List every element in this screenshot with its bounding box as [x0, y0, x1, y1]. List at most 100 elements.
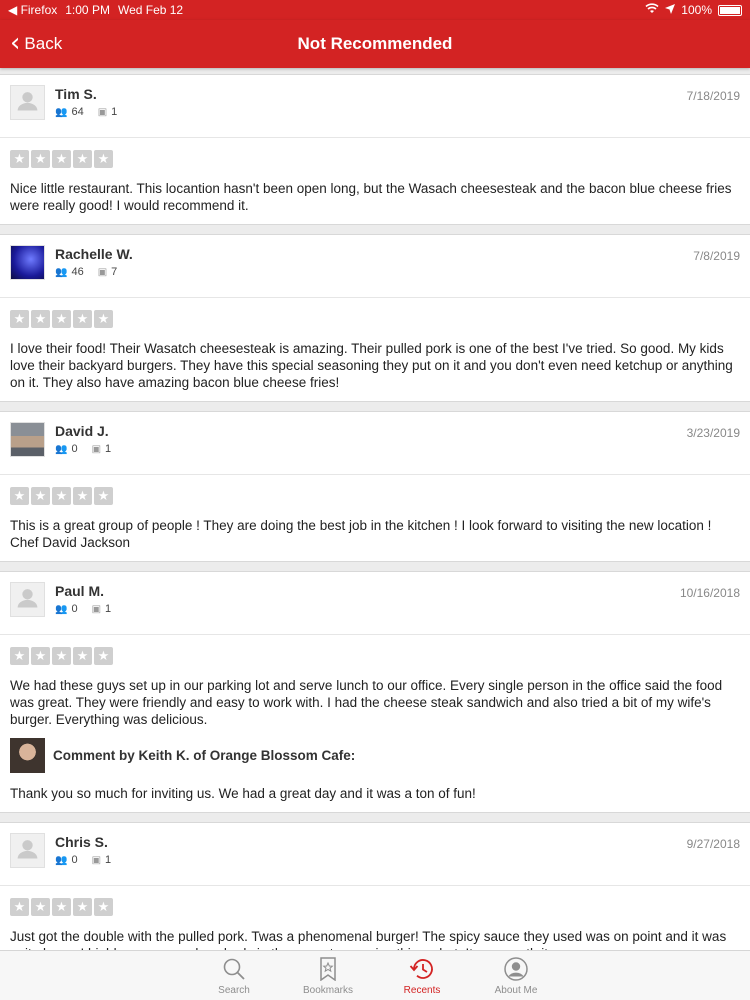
review-count-icon: ▣ [91, 443, 102, 455]
avatar[interactable] [10, 833, 45, 868]
friends-icon: 👥 [55, 106, 68, 118]
friends-icon: 👥 [55, 603, 68, 615]
history-icon [409, 959, 433, 979]
back-label: Back [24, 34, 63, 53]
review-header: David J. 👥 0 ▣ 1 3/23/2019 [0, 412, 750, 475]
review-count: 1 [105, 443, 112, 455]
star-rating: ★ ★ ★ ★ ★ [0, 298, 750, 328]
star-icon: ★ [52, 487, 71, 505]
back-button[interactable]: ‹ Back [10, 20, 62, 68]
user-name[interactable]: Paul M. [55, 582, 111, 600]
star-rating: ★ ★ ★ ★ ★ [0, 886, 750, 916]
search-icon [223, 958, 245, 980]
star-icon: ★ [73, 647, 92, 665]
tab-bar: Search Bookmarks Recents About Me [0, 950, 750, 1000]
review-date: 7/18/2019 [686, 89, 740, 103]
back-to-app-label[interactable]: ◀ Firefox [8, 3, 57, 17]
review-card[interactable]: Chris S. 👥 0 ▣ 1 9/27/2018 ★ ★ ★ ★ ★ Just go… [0, 822, 750, 950]
star-rating: ★ ★ ★ ★ ★ [0, 475, 750, 505]
nav-bar: ‹ Back Not Recommended [0, 20, 750, 68]
star-icon: ★ [73, 150, 92, 168]
review-card[interactable]: Paul M. 👥 0 ▣ 1 10/16/2018 ★ ★ ★ ★ ★ We had … [0, 571, 750, 813]
review-header: Rachelle W. 👥 46 ▣ 7 7/8/2019 [0, 235, 750, 298]
comment-header: Comment by Keith K. of Orange Blossom Ca… [10, 738, 740, 773]
user-name[interactable]: David J. [55, 422, 111, 440]
user-info: David J. 👥 0 ▣ 1 [55, 422, 111, 474]
review-count-icon: ▣ [97, 106, 108, 118]
user-stats: 👥 0 ▣ 1 [55, 603, 111, 615]
star-icon: ★ [94, 647, 113, 665]
review-date: 3/23/2019 [686, 426, 740, 440]
review-date: 7/8/2019 [693, 249, 740, 263]
user-name[interactable]: Chris S. [55, 833, 111, 851]
avatar[interactable] [10, 245, 45, 280]
user-stats: 👥 0 ▣ 1 [55, 443, 111, 455]
review-count-icon: ▣ [97, 266, 108, 278]
star-icon: ★ [31, 150, 50, 168]
profile-icon [504, 957, 528, 981]
review-card[interactable]: Rachelle W. 👥 46 ▣ 7 7/8/2019 ★ ★ ★ ★ ★ I lo… [0, 234, 750, 402]
review-card[interactable]: Tim S. 👥 64 ▣ 1 7/18/2019 ★ ★ ★ ★ ★ Nice lit… [0, 74, 750, 225]
star-icon: ★ [52, 647, 71, 665]
review-card[interactable]: David J. 👥 0 ▣ 1 3/23/2019 ★ ★ ★ ★ ★ This is… [0, 411, 750, 562]
review-text: Nice little restaurant. This locantion h… [10, 181, 732, 213]
chevron-left-icon: ‹ [10, 27, 21, 58]
comment-text: Thank you so much for inviting us. We ha… [10, 786, 476, 801]
status-app: Firefox [20, 3, 58, 17]
tab-recents[interactable]: Recents [375, 951, 469, 1000]
user-name[interactable]: Rachelle W. [55, 245, 133, 263]
owner-avatar[interactable] [10, 738, 45, 773]
review-text: We had these guys set up in our parking … [10, 678, 723, 727]
user-info: Paul M. 👥 0 ▣ 1 [55, 582, 111, 634]
tab-label: Search [218, 985, 250, 996]
tab-search[interactable]: Search [187, 951, 281, 1000]
review-text: I love their food! Their Wasatch cheeses… [10, 341, 733, 390]
star-icon: ★ [10, 647, 29, 665]
review-count: 1 [105, 603, 112, 615]
user-info: Chris S. 👥 0 ▣ 1 [55, 833, 111, 885]
review-count: 7 [111, 266, 118, 278]
user-stats: 👥 46 ▣ 7 [55, 266, 133, 278]
review-header: Tim S. 👥 64 ▣ 1 7/18/2019 [0, 75, 750, 138]
status-date: Wed Feb 12 [117, 3, 184, 17]
tab-about-me[interactable]: About Me [469, 951, 563, 1000]
review-count: 1 [105, 854, 112, 866]
user-name[interactable]: Tim S. [55, 85, 117, 103]
star-icon: ★ [31, 487, 50, 505]
owner-comment: Comment by Keith K. of Orange Blossom Ca… [0, 738, 750, 812]
review-count: 1 [111, 106, 118, 118]
review-list[interactable]: Tim S. 👥 64 ▣ 1 7/18/2019 ★ ★ ★ ★ ★ Nice lit… [0, 68, 750, 950]
status-time: 1:00 PM [65, 3, 110, 17]
user-stats: 👥 64 ▣ 1 [55, 106, 117, 118]
user-info: Rachelle W. 👥 46 ▣ 7 [55, 245, 133, 297]
friend-count: 0 [71, 603, 78, 615]
friend-count: 64 [71, 106, 84, 118]
avatar[interactable] [10, 422, 45, 457]
star-icon: ★ [10, 150, 29, 168]
user-info: Tim S. 👥 64 ▣ 1 [55, 85, 117, 137]
star-icon: ★ [73, 898, 92, 916]
friends-icon: 👥 [55, 266, 68, 278]
review-date: 10/16/2018 [679, 586, 740, 600]
friend-count: 0 [71, 443, 78, 455]
comment-title: Comment by Keith K. of Orange Blossom Ca… [53, 748, 356, 763]
star-icon: ★ [31, 898, 50, 916]
review-count-icon: ▣ [91, 603, 102, 615]
star-icon: ★ [94, 898, 113, 916]
tab-label: About Me [494, 985, 538, 996]
star-icon: ★ [10, 898, 29, 916]
tab-label: Bookmarks [302, 985, 353, 996]
review-header: Chris S. 👥 0 ▣ 1 9/27/2018 [0, 823, 750, 886]
star-icon: ★ [73, 487, 92, 505]
page-title: Not Recommended [297, 34, 453, 53]
location-icon [665, 3, 676, 17]
star-icon: ★ [94, 487, 113, 505]
tab-bookmarks[interactable]: Bookmarks [281, 951, 375, 1000]
review-text: Just got the double with the pulled pork… [10, 929, 727, 950]
friend-count: 46 [71, 266, 84, 278]
avatar[interactable] [10, 582, 45, 617]
friend-count: 0 [71, 854, 78, 866]
star-icon: ★ [10, 310, 29, 328]
battery-icon [718, 4, 742, 16]
avatar[interactable] [10, 85, 45, 120]
